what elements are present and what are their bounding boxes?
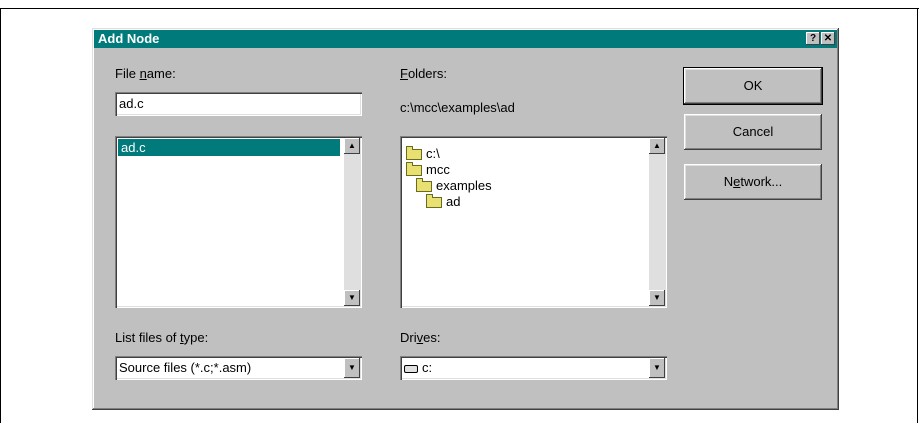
page-frame-left [0,8,1,423]
scroll-down-icon[interactable]: ▼ [344,290,360,306]
scroll-up-icon[interactable]: ▲ [649,138,665,154]
scroll-up-icon[interactable]: ▲ [344,138,360,154]
page-frame-top [0,8,919,9]
drives-label: Drives: [400,330,441,345]
page-frame-right [917,8,918,423]
open-folder-icon [416,177,432,192]
current-folder-path: c:\mcc\examples\ad [400,100,515,115]
scroll-down-icon[interactable]: ▼ [649,290,665,306]
cancel-button[interactable]: Cancel [684,114,822,150]
folder-tree[interactable]: c:\ mcc examples ad ▲ ▼ [400,136,667,308]
file-list[interactable]: ad.c ▲ ▼ [115,136,362,308]
open-folder-icon [426,193,442,208]
folder-item-examples[interactable]: examples [416,177,492,194]
file-list-scrollbar[interactable]: ▲ ▼ [344,138,360,306]
drive-icon [404,364,418,373]
folder-item-c[interactable]: c:\ [406,145,440,162]
file-type-value: Source files (*.c;*.asm) [119,360,252,375]
close-button[interactable]: ✕ [821,32,835,45]
help-button[interactable]: ? [806,32,820,45]
file-type-label: List files of type: [115,330,209,345]
folders-label: Folders: [400,66,447,81]
folder-item-mcc[interactable]: mcc [406,161,450,178]
dialog-title: Add Node [98,31,160,46]
ok-button[interactable]: OK [684,68,822,104]
open-folder-icon [406,161,422,176]
network-button[interactable]: Network... [684,164,822,200]
folder-item-ad[interactable]: ad [426,193,460,210]
file-name-input[interactable]: ad.c [115,92,362,116]
drives-select[interactable]: c: ▼ [400,356,667,380]
drives-value: c: [404,360,432,376]
title-bar[interactable]: Add Node ? ✕ [94,30,837,48]
open-folder-icon [406,145,422,160]
file-type-select[interactable]: Source files (*.c;*.asm) ▼ [115,356,362,380]
folder-tree-scrollbar[interactable]: ▲ ▼ [649,138,665,306]
file-name-value: ad.c [119,96,144,111]
chevron-down-icon[interactable]: ▼ [649,358,665,378]
chevron-down-icon[interactable]: ▼ [344,358,360,378]
add-node-dialog: Add Node ? ✕ File name: ad.c ad.c ▲ ▼ Fo… [92,28,839,410]
file-name-label: File name: [115,66,176,81]
file-list-item[interactable]: ad.c [118,139,340,156]
